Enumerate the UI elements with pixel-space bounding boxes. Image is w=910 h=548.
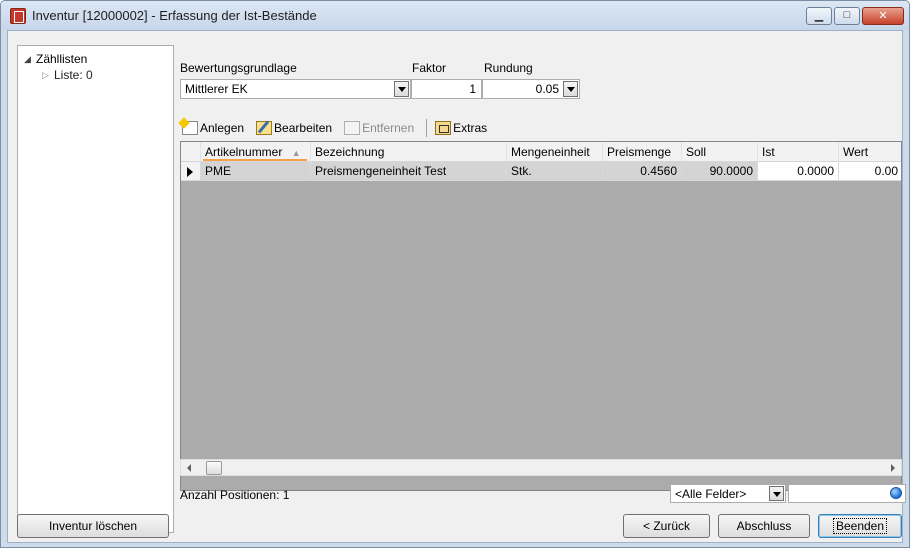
back-button[interactable]: < Zurück — [623, 514, 710, 538]
column-header-preismenge[interactable]: Preismenge — [603, 142, 682, 162]
close-icon: ✕ — [878, 10, 888, 22]
tree-node-liste[interactable]: ▷ Liste: 0 — [42, 67, 93, 83]
delete-inventory-label: Inventur löschen — [48, 519, 138, 533]
grid-header: Artikelnummer ▲ Bezeichnung Mengeneinhei… — [181, 142, 901, 162]
chevron-down-icon[interactable] — [769, 486, 784, 501]
app-icon — [10, 7, 26, 24]
extras-button-label: Extras — [453, 121, 488, 135]
column-header-label: Artikelnummer — [205, 145, 283, 159]
cell-mengeneinheit[interactable]: Stk. — [507, 162, 603, 181]
new-item-icon — [182, 121, 198, 135]
sort-indicator — [203, 159, 307, 161]
edit-icon — [256, 121, 273, 135]
toolbar-separator — [426, 119, 428, 137]
rounding-combo[interactable]: 0.05 — [482, 79, 580, 99]
tree-node-label: Zähllisten — [36, 52, 88, 66]
horizontal-scrollbar[interactable] — [180, 459, 902, 476]
delete-inventory-button[interactable]: Inventur löschen — [17, 514, 169, 538]
expanded-triangle-icon[interactable]: ◢ — [24, 54, 36, 65]
cell-artikelnummer[interactable]: PME — [201, 162, 311, 181]
maximize-button[interactable]: □ — [834, 7, 860, 25]
collapsed-triangle-icon[interactable]: ▷ — [42, 70, 54, 81]
remove-icon — [344, 121, 361, 135]
remove-button[interactable]: Entfernen — [344, 121, 414, 135]
maximize-icon: □ — [843, 9, 851, 21]
minimize-icon: ▁ — [814, 10, 824, 22]
factor-input[interactable]: 1 — [411, 79, 482, 99]
column-header-bezeichnung[interactable]: Bezeichnung — [311, 142, 507, 162]
rounding-label: Rundung — [484, 61, 533, 75]
count-list-tree[interactable]: ◢ Zähllisten ▷ Liste: 0 — [17, 45, 174, 533]
basis-value: Mittlerer EK — [185, 82, 248, 96]
cell-preismenge[interactable]: 0.4560 — [603, 162, 682, 181]
remove-button-label: Entfernen — [362, 121, 415, 135]
globe-icon[interactable] — [890, 487, 902, 499]
back-button-label: < Zurück — [642, 519, 690, 533]
basis-label: Bewertungsgrundlage — [180, 61, 297, 75]
row-header-corner — [181, 142, 201, 162]
cell-soll[interactable]: 90.0000 — [682, 162, 758, 181]
scrollbar-thumb[interactable] — [206, 461, 222, 475]
column-header-ist[interactable]: Ist — [758, 142, 839, 162]
title-bar[interactable]: Inventur [12000002] - Erfassung der Ist-… — [1, 1, 909, 30]
close-window-button[interactable]: ✕ — [862, 7, 904, 25]
position-count: Anzahl Positionen: 1 — [180, 488, 290, 502]
extras-icon — [435, 121, 452, 135]
finish-button-label: Abschluss — [736, 519, 792, 533]
basis-combo[interactable]: Mittlerer EK — [180, 79, 411, 99]
cell-ist[interactable]: 0.0000 — [758, 162, 839, 181]
field-filter-combo[interactable]: <Alle Felder> — [670, 484, 786, 503]
cell-wert[interactable]: 0.00 — [839, 162, 901, 181]
factor-label: Faktor — [412, 61, 447, 75]
column-header-mengeneinheit[interactable]: Mengeneinheit — [507, 142, 603, 162]
close-button-label: Beenden — [832, 518, 888, 534]
extras-button[interactable]: Extras — [435, 121, 487, 135]
row-selector[interactable] — [181, 162, 201, 181]
minimize-button[interactable]: ▁ — [806, 7, 832, 25]
add-button-label: Anlegen — [200, 121, 245, 135]
chevron-down-icon[interactable] — [394, 81, 409, 97]
current-row-icon — [187, 167, 193, 177]
column-header-soll[interactable]: Soll — [682, 142, 758, 162]
close-button[interactable]: Beenden — [818, 514, 902, 538]
field-filter-value: <Alle Felder> — [675, 486, 747, 501]
add-button[interactable]: Anlegen — [182, 121, 244, 135]
cell-bezeichnung[interactable]: Preismengeneinheit Test — [311, 162, 507, 181]
window-controls: ▁ □ ✕ — [804, 7, 904, 25]
finish-button[interactable]: Abschluss — [718, 514, 810, 538]
window-title: Inventur [12000002] - Erfassung der Ist-… — [32, 8, 317, 23]
edit-button[interactable]: Bearbeiten — [256, 121, 332, 135]
chevron-down-icon[interactable] — [563, 81, 578, 97]
tree-node-label: Liste: 0 — [54, 68, 93, 82]
grid-toolbar: Anlegen Bearbeiten Entfernen Extras — [182, 116, 904, 140]
scroll-right-icon[interactable] — [891, 464, 895, 472]
search-input[interactable] — [788, 484, 906, 503]
edit-button-label: Bearbeiten — [274, 121, 333, 135]
sort-ascending-icon: ▲ — [291, 148, 301, 158]
inventory-grid[interactable]: Artikelnummer ▲ Bezeichnung Mengeneinhei… — [180, 141, 902, 491]
tree-node-zaehllisten[interactable]: ◢ Zähllisten — [24, 51, 87, 67]
scroll-left-icon[interactable] — [187, 464, 191, 472]
column-header-wert[interactable]: Wert — [839, 142, 901, 162]
table-row[interactable]: PME Preismengeneinheit Test Stk. 0.4560 … — [181, 162, 901, 181]
rounding-value: 0.05 — [535, 82, 559, 96]
